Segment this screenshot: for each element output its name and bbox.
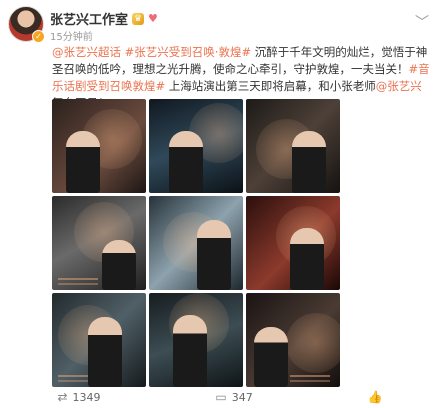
more-icon[interactable]: ﹀	[415, 12, 430, 32]
repost-icon: ⇄	[57, 390, 68, 404]
heart-badge-icon: ♥	[148, 12, 158, 25]
post-time[interactable]: 15分钟前	[50, 28, 93, 43]
weibo-post: ✓ 张艺兴工作室 ♛ ♥ 15分钟前 ﹀ @张艺兴超话 #张艺兴受到召唤·敦煌#…	[0, 0, 440, 408]
photo-8[interactable]	[149, 293, 243, 387]
post-text-segment: 上海站演出第三天即将启幕，和小张老师	[165, 79, 376, 93]
mention-link[interactable]: @张艺兴	[376, 79, 422, 93]
photo-3[interactable]	[246, 99, 340, 193]
action-bar: ⇄ 1349 ▭ 347 👍	[0, 386, 440, 408]
photo-2[interactable]	[149, 99, 243, 193]
image-grid	[52, 99, 340, 387]
photo-6[interactable]	[246, 196, 340, 290]
photo-7[interactable]	[52, 293, 146, 387]
repost-button[interactable]: ⇄ 1349	[57, 390, 100, 404]
photo-9[interactable]	[246, 293, 340, 387]
comment-count: 347	[231, 390, 253, 404]
like-button[interactable]: 👍	[368, 390, 383, 404]
name-row: 张艺兴工作室 ♛ ♥	[50, 9, 158, 28]
comment-icon: ▭	[215, 390, 227, 404]
mention-link[interactable]: @张艺兴超话	[52, 45, 121, 59]
user-name[interactable]: 张艺兴工作室	[50, 9, 128, 28]
comment-button[interactable]: ▭ 347	[215, 390, 252, 404]
photo-1[interactable]	[52, 99, 146, 193]
like-icon: 👍	[367, 390, 383, 404]
photo-5[interactable]	[149, 196, 243, 290]
post-header: ✓ 张艺兴工作室 ♛ ♥ 15分钟前 ﹀	[8, 6, 432, 44]
photo-4[interactable]	[52, 196, 146, 290]
verified-badge-icon: ✓	[32, 30, 45, 43]
vip-crown-icon: ♛	[132, 12, 145, 25]
repost-count: 1349	[72, 390, 101, 404]
topic-link[interactable]: #张艺兴受到召唤·敦煌#	[125, 45, 251, 59]
